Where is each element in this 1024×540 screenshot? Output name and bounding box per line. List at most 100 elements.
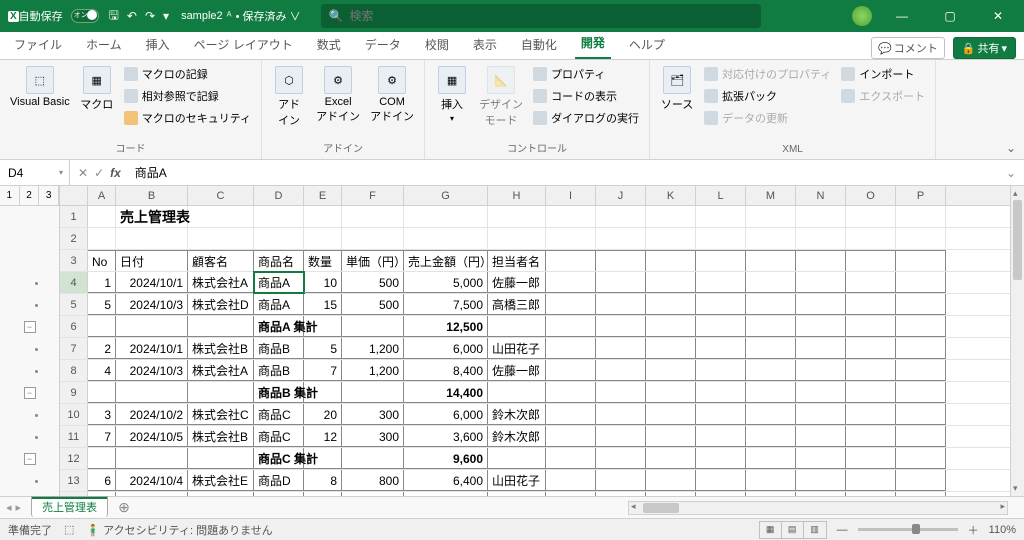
cell[interactable] xyxy=(896,228,946,249)
cell[interactable] xyxy=(188,448,254,469)
search-input[interactable] xyxy=(350,9,753,23)
cell[interactable]: 売上管理表 xyxy=(116,206,188,227)
cell[interactable] xyxy=(896,492,946,496)
col-header[interactable]: O xyxy=(846,186,896,205)
cell[interactable]: 高橋三郎 xyxy=(488,492,546,496)
cell[interactable] xyxy=(546,250,596,271)
cell[interactable] xyxy=(796,206,846,227)
outline-row[interactable] xyxy=(0,360,59,382)
cell[interactable] xyxy=(846,294,896,315)
cell[interactable] xyxy=(646,382,696,403)
view-normal-icon[interactable]: ▦ xyxy=(760,522,782,538)
cell[interactable] xyxy=(746,250,796,271)
tab-page-layout[interactable]: ページ レイアウト xyxy=(188,32,299,59)
cell[interactable]: 2024/10/4 xyxy=(116,470,188,491)
cell[interactable] xyxy=(846,492,896,496)
cell[interactable] xyxy=(846,404,896,425)
close-button[interactable]: ✕ xyxy=(980,2,1016,30)
cell[interactable] xyxy=(342,316,404,337)
tab-auto[interactable]: 自動化 xyxy=(515,32,563,59)
cell[interactable]: 2024/10/1 xyxy=(116,272,188,293)
cell[interactable]: 鈴木次郎 xyxy=(488,426,546,447)
cell[interactable]: 2024/10/5 xyxy=(116,426,188,447)
cell[interactable] xyxy=(596,448,646,469)
tab-developer[interactable]: 開発 xyxy=(575,30,611,59)
cell[interactable] xyxy=(746,228,796,249)
cell[interactable]: 株式会社D xyxy=(188,294,254,315)
cell[interactable] xyxy=(696,492,746,496)
macro-button[interactable]: ▦マクロ xyxy=(76,64,118,114)
cell[interactable] xyxy=(696,250,746,271)
cell[interactable]: 株式会社B xyxy=(188,426,254,447)
cell[interactable]: 12 xyxy=(304,426,342,447)
code-view-button[interactable]: コードの表示 xyxy=(529,86,643,106)
cell[interactable]: 顧客名 xyxy=(188,250,254,271)
cell[interactable] xyxy=(846,426,896,447)
import-button[interactable]: インポート xyxy=(837,64,929,84)
cell[interactable] xyxy=(546,272,596,293)
cell[interactable]: 株式会社C xyxy=(188,492,254,496)
cell[interactable]: 佐藤一郎 xyxy=(488,272,546,293)
outline-row[interactable]: − xyxy=(0,382,59,404)
cell[interactable] xyxy=(696,206,746,227)
cell[interactable]: 500 xyxy=(342,294,404,315)
tab-review[interactable]: 校閲 xyxy=(419,32,455,59)
cell[interactable] xyxy=(116,228,188,249)
cell[interactable] xyxy=(596,382,646,403)
cell[interactable]: 2024/10/2 xyxy=(116,404,188,425)
cell[interactable] xyxy=(254,206,304,227)
col-header[interactable]: N xyxy=(796,186,846,205)
sheet-nav[interactable]: ◂▸ xyxy=(0,501,27,514)
cell[interactable]: 2024/10/3 xyxy=(116,360,188,381)
row-header[interactable]: 4 xyxy=(60,272,88,293)
cell[interactable]: 山田花子 xyxy=(488,470,546,491)
mapping-prop-button[interactable]: 対応付けのプロパティ xyxy=(700,64,835,84)
cell[interactable]: 6,000 xyxy=(404,404,488,425)
col-header[interactable]: B xyxy=(116,186,188,205)
cell[interactable]: 商品C xyxy=(254,404,304,425)
cell[interactable] xyxy=(646,338,696,359)
cell[interactable]: 6 xyxy=(88,470,116,491)
cell[interactable] xyxy=(646,206,696,227)
cell[interactable] xyxy=(796,272,846,293)
select-all-corner[interactable] xyxy=(60,186,88,205)
cell[interactable] xyxy=(188,382,254,403)
col-header[interactable]: E xyxy=(304,186,342,205)
cell[interactable] xyxy=(646,250,696,271)
outline-level-button[interactable]: 1 xyxy=(0,186,20,205)
cell[interactable] xyxy=(746,272,796,293)
cell[interactable] xyxy=(596,426,646,447)
outline-row[interactable] xyxy=(0,294,59,316)
cell[interactable]: 商品B 集計 xyxy=(254,382,304,403)
cell[interactable]: 佐藤一郎 xyxy=(488,360,546,381)
cell[interactable] xyxy=(846,470,896,491)
cell[interactable]: 商品C 集計 xyxy=(254,448,304,469)
cell[interactable] xyxy=(896,426,946,447)
outline-row[interactable] xyxy=(0,404,59,426)
outline-row[interactable] xyxy=(0,470,59,492)
tab-file[interactable]: ファイル xyxy=(8,32,68,59)
cell[interactable]: 6,000 xyxy=(404,338,488,359)
cell[interactable] xyxy=(488,448,546,469)
cell[interactable] xyxy=(488,206,546,227)
cell[interactable] xyxy=(188,228,254,249)
cell[interactable] xyxy=(846,382,896,403)
cell[interactable] xyxy=(546,316,596,337)
cell[interactable] xyxy=(796,228,846,249)
dialog-button[interactable]: ダイアログの実行 xyxy=(529,108,643,128)
cell[interactable]: 12,500 xyxy=(404,316,488,337)
visual-basic-button[interactable]: ⬚Visual Basic xyxy=(6,64,74,110)
cell[interactable]: 800 xyxy=(342,492,404,496)
tab-view[interactable]: 表示 xyxy=(467,32,503,59)
zoom-out-button[interactable]: — xyxy=(837,524,848,536)
cell[interactable] xyxy=(846,448,896,469)
cell[interactable] xyxy=(188,206,254,227)
cell[interactable]: 商品名 xyxy=(254,250,304,271)
zoom-value[interactable]: 110% xyxy=(989,524,1016,536)
cell[interactable] xyxy=(88,382,116,403)
cell[interactable] xyxy=(546,426,596,447)
cell[interactable] xyxy=(546,360,596,381)
cell[interactable] xyxy=(646,448,696,469)
col-header[interactable]: P xyxy=(896,186,946,205)
refresh-button[interactable]: データの更新 xyxy=(700,108,835,128)
